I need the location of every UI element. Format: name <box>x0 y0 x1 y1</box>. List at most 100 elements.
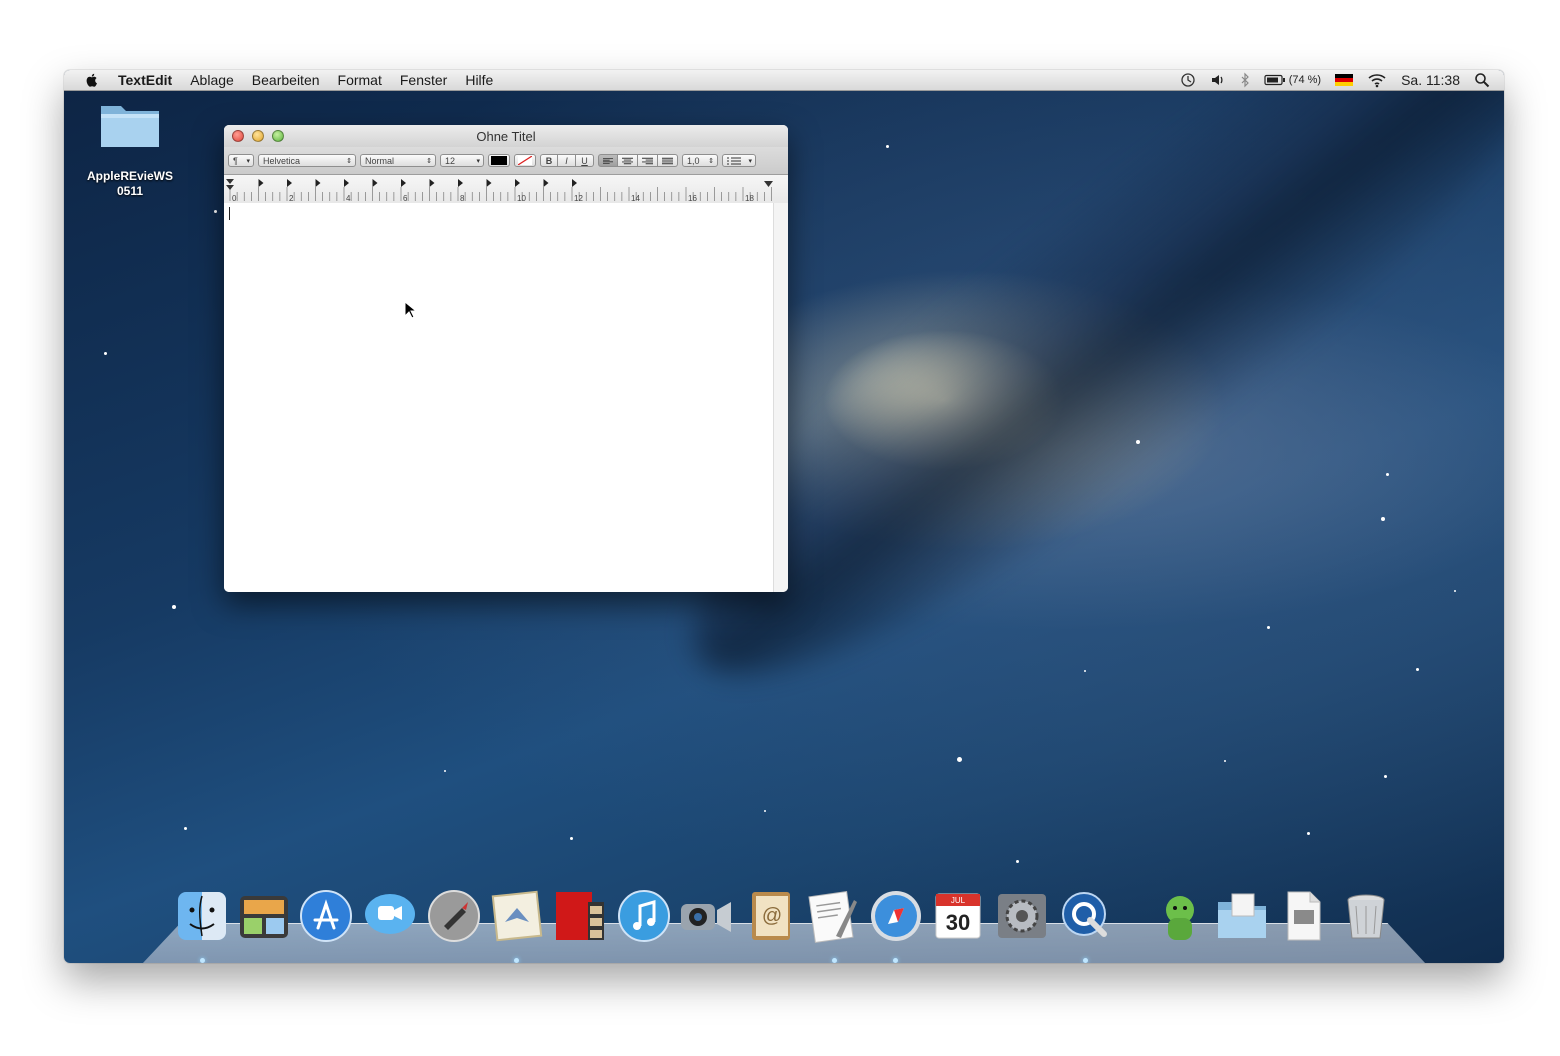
dock-facetime[interactable] <box>362 888 418 944</box>
time-machine-icon[interactable] <box>1180 72 1196 88</box>
dock-dashboard[interactable] <box>236 888 292 944</box>
running-indicator <box>893 958 898 963</box>
left-indent-marker[interactable] <box>226 179 234 190</box>
format-toolbar: ¶ ▾ Helvetica ⇕ Normal ⇕ 12 ▾ B I U 1,0 … <box>224 147 788 175</box>
tab-stop-marker[interactable] <box>515 179 520 187</box>
desktop-folder[interactable]: AppleREvieWS 0511 <box>82 100 178 199</box>
underline-label: U <box>581 155 588 166</box>
dock-safari[interactable] <box>868 888 924 944</box>
text-editing-area[interactable] <box>224 203 774 592</box>
align-center-button[interactable] <box>618 154 638 167</box>
tab-stop-marker[interactable] <box>344 179 349 187</box>
running-indicator <box>514 958 519 963</box>
title-bar[interactable]: Ohne Titel <box>224 125 788 147</box>
dock-address-book[interactable]: @ <box>742 888 798 944</box>
photo-booth-icon <box>556 892 604 940</box>
dock-calendar[interactable]: JUL 30 <box>930 888 986 944</box>
line-spacing-popup[interactable]: 1,0 ⇕ <box>682 154 718 167</box>
star <box>1454 590 1456 592</box>
dock-quicktime[interactable] <box>1058 888 1114 944</box>
jabber-icon <box>1166 896 1194 940</box>
menu-format[interactable]: Format <box>338 72 382 88</box>
highlight-color-button[interactable] <box>514 154 536 167</box>
ruler-label: 18 <box>745 194 754 203</box>
bold-label: B <box>545 155 553 166</box>
list-bullets-popup[interactable]: ▾ <box>722 154 756 167</box>
font-size-combo[interactable]: 12 ▾ <box>440 154 484 167</box>
underline-button[interactable]: U <box>576 154 594 167</box>
menu-app-textedit[interactable]: TextEdit <box>118 72 172 88</box>
bluetooth-icon[interactable] <box>1240 72 1250 88</box>
menu-fenster[interactable]: Fenster <box>400 72 447 88</box>
dock-app-store[interactable] <box>298 888 354 944</box>
menu-hilfe[interactable]: Hilfe <box>465 72 493 88</box>
clock[interactable]: Sa. 11:38 <box>1401 72 1460 88</box>
align-left-icon <box>603 157 613 164</box>
right-indent-marker[interactable] <box>764 181 773 187</box>
dock-finder[interactable] <box>174 888 230 944</box>
tab-stop-marker[interactable] <box>401 179 406 187</box>
star <box>104 352 107 355</box>
star <box>957 757 962 762</box>
tab-stop-marker[interactable] <box>572 179 577 187</box>
dock-documents[interactable] <box>1276 888 1332 944</box>
vertical-scrollbar[interactable] <box>773 203 788 592</box>
dock-trash[interactable] <box>1338 888 1394 944</box>
text-color-well[interactable] <box>488 154 510 167</box>
align-right-button[interactable] <box>638 154 658 167</box>
font-style-popup[interactable]: Normal ⇕ <box>360 154 436 167</box>
messages-icon <box>365 894 415 934</box>
text-style-group: B I U <box>540 154 594 167</box>
ruler[interactable]: 0 2 4 6 8 10 12 14 16 18 <box>224 175 788 204</box>
dock-downloads[interactable] <box>1214 888 1270 944</box>
dock-itunes[interactable] <box>616 888 672 944</box>
font-family-popup[interactable]: Helvetica ⇕ <box>258 154 356 167</box>
dock-jabber[interactable] <box>1152 888 1208 944</box>
battery-indicator[interactable]: (74 %) <box>1264 74 1321 86</box>
paragraph-styles-popup[interactable]: ¶ ▾ <box>228 154 254 167</box>
ruler-label: 6 <box>403 194 408 203</box>
align-right-icon <box>642 157 653 164</box>
tab-stop-marker[interactable] <box>315 179 321 187</box>
flag-de-icon[interactable] <box>1335 74 1354 86</box>
tab-stop-marker[interactable] <box>543 179 549 187</box>
justify-button[interactable] <box>658 154 678 167</box>
wifi-icon[interactable] <box>1367 72 1387 88</box>
itunes-icon <box>618 890 670 942</box>
star <box>570 837 573 840</box>
spotlight-icon[interactable] <box>1474 72 1490 88</box>
menu-ablage[interactable]: Ablage <box>190 72 234 88</box>
desktop-folder-label: AppleREvieWS 0511 <box>86 169 173 198</box>
dock-facetime-video[interactable] <box>679 888 735 944</box>
italic-button[interactable]: I <box>558 154 576 167</box>
ruler-label: 12 <box>574 194 583 203</box>
document-icon <box>1287 891 1321 941</box>
tab-stop-marker[interactable] <box>258 179 264 187</box>
menu-bar: TextEdit Ablage Bearbeiten Format Fenste… <box>64 70 1504 91</box>
tab-stop-marker[interactable] <box>486 179 492 187</box>
volume-icon[interactable] <box>1210 72 1226 88</box>
star <box>1381 517 1385 521</box>
dock-photo-booth[interactable] <box>552 888 608 944</box>
dock-system-preferences[interactable] <box>994 888 1050 944</box>
dock-preview[interactable] <box>806 888 862 944</box>
tab-stop-marker[interactable] <box>372 179 378 187</box>
tab-stop-marker[interactable] <box>429 179 435 187</box>
app-store-icon <box>300 890 352 942</box>
star <box>1016 860 1019 863</box>
font-size-value: 12 <box>445 155 456 166</box>
ruler-scale: 0 2 4 6 8 10 12 14 16 18 <box>226 179 773 203</box>
bold-button[interactable]: B <box>540 154 558 167</box>
dock-mail[interactable] <box>489 888 545 944</box>
battery-icon <box>1264 74 1285 86</box>
tab-stop-marker[interactable] <box>458 179 463 187</box>
apple-icon[interactable] <box>84 72 100 88</box>
tab-stop-marker[interactable] <box>287 179 292 187</box>
menu-bearbeiten[interactable]: Bearbeiten <box>252 72 320 88</box>
finder-icon <box>178 892 226 940</box>
mail-icon <box>491 890 543 942</box>
align-left-button[interactable] <box>598 154 618 167</box>
dock-launchpad[interactable] <box>426 888 482 944</box>
ruler-label: 4 <box>346 194 351 203</box>
star <box>1307 832 1310 835</box>
